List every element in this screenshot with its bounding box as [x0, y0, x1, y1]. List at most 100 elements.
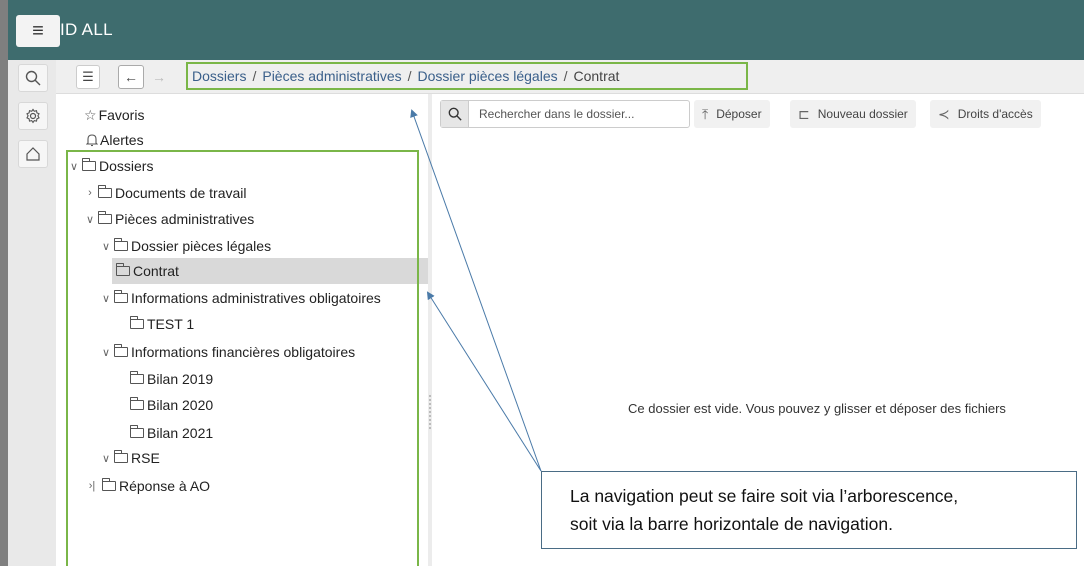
hamburger-menu-button[interactable]: ≡: [16, 15, 60, 47]
folder-icon: [116, 263, 130, 276]
tree-item-dossier-pieces-legales[interactable]: ∨ Dossier pièces légales: [100, 233, 271, 259]
annotation-callout: La navigation peut se faire soit via l’a…: [541, 471, 1077, 549]
upload-icon: ⤒: [702, 105, 709, 122]
bell-icon: [86, 134, 98, 147]
upload-label: Déposer: [716, 107, 762, 121]
tree-item-label: Pièces administratives: [115, 211, 255, 227]
window-edge: [0, 0, 8, 566]
tree-item-label: Réponse à AO: [119, 478, 211, 494]
tree-item-label: Alertes: [100, 132, 144, 148]
folder-icon: [130, 316, 144, 329]
chevron-down-icon[interactable]: ∨: [100, 240, 112, 253]
back-button[interactable]: ←: [118, 65, 144, 89]
tree-item-pieces-administratives[interactable]: ∨ Pièces administratives: [84, 206, 254, 232]
tree-item-label: RSE: [131, 450, 160, 466]
breadcrumb-item[interactable]: Dossiers: [192, 68, 246, 84]
folder-icon: [102, 478, 116, 491]
tree-item-bilan-2019[interactable]: Bilan 2019: [130, 366, 213, 392]
folder-search[interactable]: Rechercher dans le dossier...: [440, 100, 690, 128]
tree-item-label: Informations financières obligatoires: [131, 344, 356, 360]
new-folder-button[interactable]: ⊏ Nouveau dossier: [790, 100, 916, 128]
folder-tree: ☆ Favoris Alertes ∨ Dossiers › Documents…: [56, 94, 428, 566]
splitter-grip-icon[interactable]: [429, 395, 431, 429]
folder-icon: [98, 211, 112, 224]
tree-item-label: Dossiers: [99, 158, 154, 174]
tree-item-dossiers[interactable]: ∨ Dossiers: [68, 153, 153, 179]
tree-item-label: Favoris: [98, 107, 145, 123]
search-icon: [25, 70, 41, 86]
tree-item-label: Bilan 2020: [147, 397, 214, 413]
chevron-down-icon[interactable]: ∨: [84, 213, 96, 226]
tree-item-bilan-2020[interactable]: Bilan 2020: [130, 392, 213, 418]
folder-icon: [114, 450, 128, 463]
search-button[interactable]: [441, 101, 469, 127]
chevron-skip-icon[interactable]: ›|: [84, 480, 100, 492]
rail-home-button[interactable]: [18, 140, 48, 168]
breadcrumb-separator: /: [563, 68, 568, 84]
tree-item-rse[interactable]: ∨ RSE: [100, 445, 160, 471]
tree-item-test-1[interactable]: TEST 1: [130, 311, 194, 337]
search-input[interactable]: Rechercher dans le dossier...: [479, 107, 634, 121]
chevron-down-icon[interactable]: ∨: [100, 346, 112, 359]
folder-icon: [130, 425, 144, 438]
breadcrumb-item[interactable]: Dossier pièces légales: [418, 68, 558, 84]
tree-item-alertes[interactable]: Alertes: [86, 127, 144, 153]
tree-item-informations-administratives[interactable]: ∨ Informations administratives obligatoi…: [100, 285, 381, 311]
chevron-right-icon[interactable]: ›: [84, 187, 96, 199]
tree-item-label: Dossier pièces légales: [131, 238, 272, 254]
access-rights-label: Droits d'accès: [957, 107, 1033, 121]
tree-item-bilan-2021[interactable]: Bilan 2021: [130, 420, 213, 446]
folder-icon: [130, 371, 144, 384]
arrow-left-icon: ←: [124, 69, 138, 85]
breadcrumb-item[interactable]: Pièces administratives: [262, 68, 401, 84]
tree-item-documents-de-travail[interactable]: › Documents de travail: [84, 180, 247, 206]
tree-item-reponse-a-ao[interactable]: ›| Réponse à AO: [84, 473, 210, 499]
hamburger-icon: ≡: [32, 19, 44, 42]
navigation-bar: ☰ ← → Dossiers / Pièces administratives …: [56, 60, 1084, 94]
breadcrumb: Dossiers / Pièces administratives / Doss…: [186, 62, 748, 90]
tree-item-label: TEST 1: [147, 316, 195, 332]
home-icon: [26, 147, 40, 161]
tree-item-label: Bilan 2019: [147, 371, 214, 387]
rail-search-button[interactable]: [18, 64, 48, 92]
rail-settings-button[interactable]: [18, 102, 48, 130]
arrow-right-icon: →: [152, 69, 166, 85]
callout-line-2: soit via la barre horizontale de navigat…: [570, 514, 893, 534]
chevron-down-icon[interactable]: ∨: [68, 160, 80, 173]
upload-button[interactable]: ⤒ Déposer: [694, 100, 770, 128]
new-folder-label: Nouveau dossier: [817, 107, 908, 121]
breadcrumb-separator: /: [407, 68, 412, 84]
empty-folder-message: Ce dossier est vide. Vous pouvez y gliss…: [628, 401, 1006, 416]
folder-icon: [130, 397, 144, 410]
tree-item-contrat[interactable]: Contrat: [112, 258, 428, 284]
access-rights-button[interactable]: ≺ Droits d'accès: [930, 100, 1041, 128]
folder-icon: [114, 344, 128, 357]
folder-icon: [114, 290, 128, 303]
app-window: ≡ ID ALL ☰ ← → Dossiers / Pièces adminis…: [0, 0, 1084, 566]
search-icon: [448, 107, 462, 121]
forward-button[interactable]: →: [146, 65, 172, 89]
callout-line-1: La navigation peut se faire soit via l’a…: [570, 486, 959, 506]
top-bar: ≡ ID ALL: [8, 0, 1084, 60]
app-title: ID ALL: [60, 20, 113, 39]
chevron-down-icon[interactable]: ∨: [100, 292, 112, 305]
tree-toggle-button[interactable]: ☰: [76, 65, 100, 89]
chevron-down-icon[interactable]: ∨: [100, 452, 112, 465]
toggle-tree-icon: ☰: [82, 69, 94, 84]
folder-icon: [82, 158, 96, 171]
folder-icon: [114, 238, 128, 251]
gear-icon: [26, 108, 40, 124]
tree-item-label: Bilan 2021: [147, 425, 214, 441]
tree-item-label: Informations administratives obligatoire…: [131, 290, 381, 306]
star-icon: ☆: [84, 106, 97, 123]
share-icon: ≺: [938, 105, 950, 122]
icon-rail: [8, 60, 56, 566]
tree-item-favoris[interactable]: ☆ Favoris: [84, 102, 144, 128]
tree-item-informations-financieres[interactable]: ∨ Informations financières obligatoires: [100, 339, 355, 365]
breadcrumb-separator: /: [252, 68, 257, 84]
tree-item-label: Contrat: [133, 263, 179, 279]
new-folder-icon: ⊏: [798, 105, 810, 122]
tree-item-label: Documents de travail: [115, 185, 247, 201]
breadcrumb-current: Contrat: [573, 68, 620, 84]
folder-icon: [98, 185, 112, 198]
